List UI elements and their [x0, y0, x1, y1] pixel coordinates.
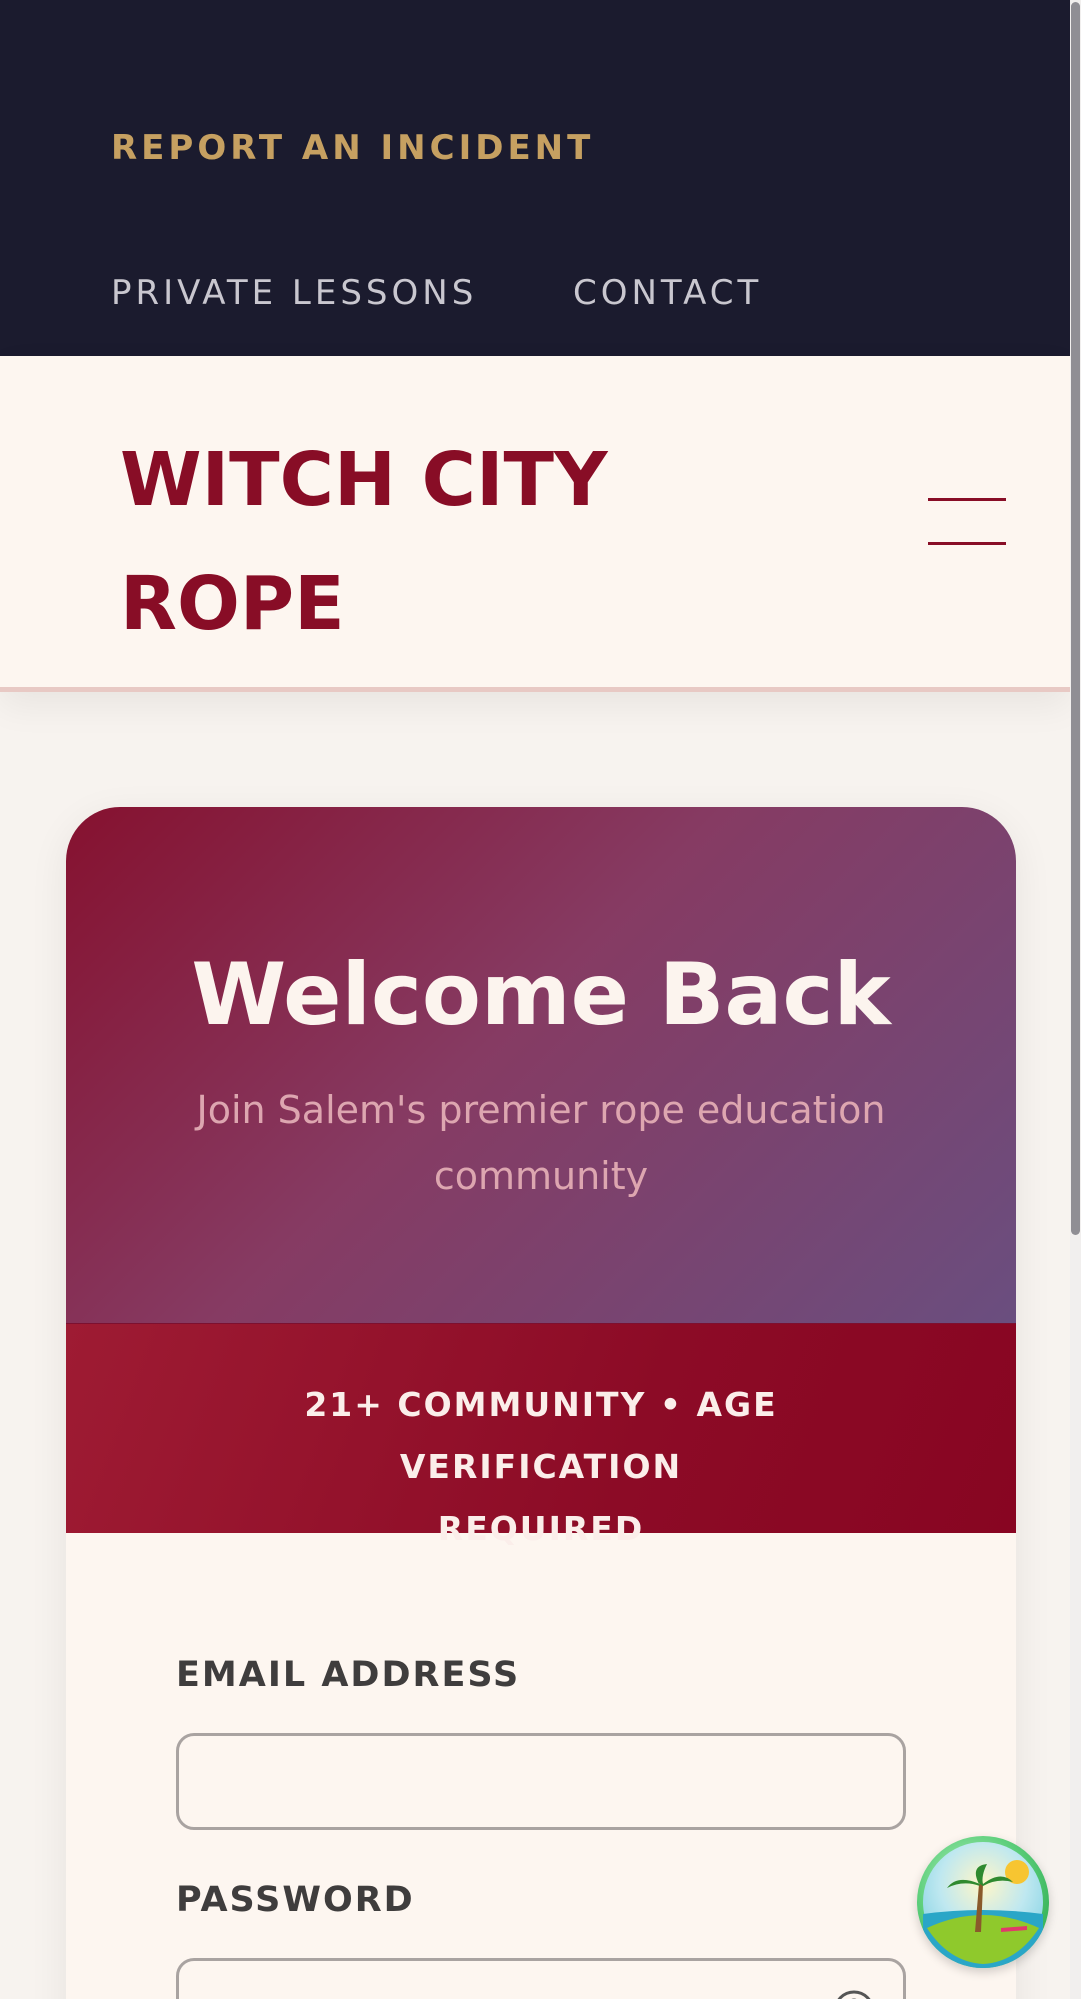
page-scrollbar[interactable] — [1070, 0, 1081, 1999]
report-incident-link[interactable]: REPORT AN INCIDENT — [111, 128, 594, 168]
brand-line-2: ROPE — [120, 561, 345, 647]
tropical-island-icon[interactable] — [917, 1836, 1049, 1968]
menu-bar — [928, 542, 1006, 545]
private-lessons-link[interactable]: PRIVATE LESSONS — [111, 273, 477, 313]
age-notice-line-2: REQUIRED — [437, 1509, 645, 1548]
subtitle-line-1: Join Salem's premier rope education — [196, 1088, 886, 1132]
subtitle-line-2: community — [433, 1154, 649, 1198]
island-illustration — [923, 1842, 1043, 1968]
brand-line-1: WITCH CITY — [120, 437, 608, 523]
hamburger-menu-icon[interactable] — [928, 496, 1006, 546]
utility-nav: REPORT AN INCIDENT PRIVATE LESSONS CONTA… — [0, 0, 1081, 356]
hero-subtitle: Join Salem's premier rope education comm… — [176, 1077, 906, 1209]
email-field[interactable] — [176, 1733, 906, 1830]
scrollbar-thumb[interactable] — [1071, 2, 1080, 1235]
contact-link[interactable]: CONTACT — [573, 273, 762, 313]
age-verification-banner: 21+ COMMUNITY • AGE VERIFICATION REQUIRE… — [66, 1323, 1016, 1548]
menu-bar — [928, 498, 1006, 501]
age-notice: 21+ COMMUNITY • AGE VERIFICATION REQUIRE… — [186, 1374, 896, 1560]
eye-icon[interactable] — [832, 1989, 876, 1999]
password-label: PASSWORD — [176, 1880, 415, 1920]
email-label: EMAIL ADDRESS — [176, 1655, 521, 1695]
age-notice-line-1: 21+ COMMUNITY • AGE VERIFICATION — [304, 1385, 778, 1486]
login-card: Welcome Back Join Salem's premier rope e… — [66, 807, 1016, 1999]
site-logo-link[interactable]: WITCH CITY ROPE — [120, 418, 640, 666]
card-hero: Welcome Back Join Salem's premier rope e… — [66, 807, 1016, 1323]
password-field[interactable] — [176, 1958, 906, 1999]
page-title: Welcome Back — [191, 945, 891, 1045]
site-header: WITCH CITY ROPE — [0, 356, 1070, 692]
